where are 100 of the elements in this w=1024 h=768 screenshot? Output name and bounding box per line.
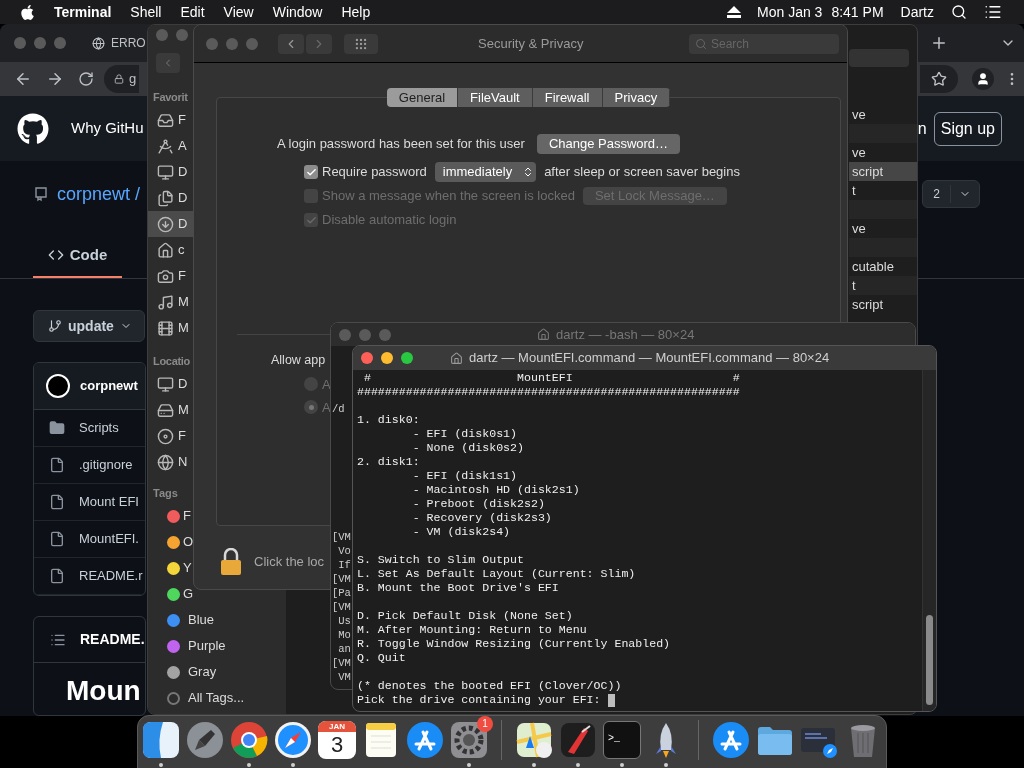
terminal-line: D. Pick Default Disk (None Set): [357, 609, 573, 623]
terminal-line: - VM (disk2s4): [411, 525, 511, 539]
file-row[interactable]: t: [849, 276, 917, 295]
terminal-line: 1. disk0:: [357, 413, 420, 427]
radio-label: A: [322, 398, 331, 417]
checkbox-label[interactable]: Require password: [322, 162, 427, 182]
tag-label[interactable]: Blue: [188, 610, 215, 630]
menu-item[interactable]: Terminal: [54, 1, 112, 23]
terminal-line: an: [337, 642, 351, 656]
menu-time: 8:41 PM: [831, 2, 884, 22]
sidebar-item[interactable]: A: [148, 133, 193, 159]
calendar-icon[interactable]: JAN 3: [318, 721, 356, 759]
menu-item[interactable]: Shell: [130, 1, 162, 23]
nav-link[interactable]: n: [917, 116, 927, 141]
window-title: Security & Privacy: [478, 34, 584, 53]
terminal-line: #######################################################: [357, 385, 740, 399]
terminal-line: - Macintosh HD (disk2s1): [411, 483, 580, 497]
tag-label[interactable]: Purple: [188, 636, 226, 656]
terminal-line: If: [337, 558, 351, 572]
address-bar[interactable]: g: [104, 65, 139, 94]
file-name[interactable]: .gitignore: [79, 455, 133, 475]
terminal-line: # MountEFI #: [362, 371, 740, 385]
sidebar-item[interactable]: F: [148, 423, 193, 449]
tag-label[interactable]: All Tags...: [188, 688, 245, 708]
tag-label[interactable]: Gray: [188, 662, 217, 682]
prompt-text: >_: [608, 733, 620, 744]
repo-owner-link[interactable]: corpnewt /: [57, 180, 141, 208]
terminal-line: [VM: [332, 530, 351, 544]
terminal-line: Q. Quit: [357, 651, 406, 665]
terminal-line: VM: [337, 670, 351, 684]
file-name[interactable]: README.r: [79, 566, 143, 586]
menu-user[interactable]: Dartz: [900, 1, 934, 23]
menu-item[interactable]: Edit: [180, 1, 205, 23]
tab[interactable]: FileVault: [458, 88, 533, 107]
sidebar-item[interactable]: F: [148, 107, 193, 133]
terminal-line: [VM: [332, 656, 351, 670]
tab[interactable]: Privacy: [602, 88, 671, 107]
terminal-line: Pick the drive containing your EFI:: [357, 693, 601, 707]
calendar-month: JAN: [318, 721, 356, 732]
sidebar-item[interactable]: D: [148, 371, 193, 397]
sidebar-item[interactable]: M: [148, 315, 193, 341]
readme-heading: Moun: [66, 675, 142, 707]
branch-button[interactable]: update: [33, 310, 145, 342]
sidebar-item[interactable]: M: [148, 289, 193, 315]
repo-tab[interactable]: Code: [33, 234, 122, 278]
terminal-line: [VM: [332, 600, 351, 614]
tab[interactable]: General: [386, 88, 459, 107]
terminal-line: - EFI (disk0s1): [411, 427, 518, 441]
checkbox-label: Disable automatic login: [322, 211, 457, 230]
terminal-line: B. Mount the Boot Drive's EFI: [357, 581, 559, 595]
terminal-line: Mo: [337, 628, 351, 642]
sign-up-button[interactable]: Sign up: [933, 111, 1002, 146]
tag-label[interactable]: O: [183, 532, 194, 552]
file-name[interactable]: Mount EFI: [79, 492, 139, 512]
sidebar-item[interactable]: N: [148, 449, 193, 475]
radio-label: A: [322, 375, 331, 394]
menu-item[interactable]: Help: [341, 1, 371, 23]
readme-title: README.: [80, 630, 145, 649]
terminal-line: [Pa: [332, 586, 351, 600]
menu-item[interactable]: View: [223, 1, 254, 23]
checkbox-suffix: after sleep or screen saver begins: [544, 163, 740, 182]
file-row[interactable]: script: [849, 162, 917, 181]
sidebar-item[interactable]: D: [148, 159, 193, 185]
terminal-line: - Preboot (disk2s2): [411, 497, 545, 511]
window-title: dartz — -bash — 80×24: [556, 325, 695, 344]
window-title: dartz — MountEFI.command — MountEFI.command — 80×24: [469, 349, 830, 368]
password-status: A login password has been set for this user: [277, 135, 525, 154]
delay-select[interactable]: immediately: [434, 162, 537, 182]
tag-label[interactable]: Y: [183, 558, 192, 578]
sidebar-item[interactable]: M: [148, 397, 193, 423]
change-password-button[interactable]: Change Password…: [536, 134, 681, 154]
tag-label[interactable]: G: [183, 584, 194, 604]
lock-hint: Click the loc: [254, 553, 325, 572]
terminal-line: [VM: [332, 572, 351, 586]
tab[interactable]: Firewall: [532, 88, 603, 107]
sidebar-item[interactable]: D: [148, 185, 193, 211]
terminal-line: Us: [337, 614, 351, 628]
terminal-line: - None (disk0s2): [411, 441, 524, 455]
terminal-line: S. Switch to Slim Output: [357, 553, 524, 567]
terminal-line: R. Toggle Window Resizing (Currently Enabled): [357, 637, 671, 651]
menu-date: Mon Jan 3: [757, 2, 823, 22]
sidebar-heading: Tags: [152, 486, 178, 501]
menu-item[interactable]: Window: [272, 1, 323, 23]
browser-tab[interactable]: ERRO: [92, 34, 146, 53]
sidebar-item[interactable]: F: [148, 263, 193, 289]
terminal-line: - EFI (disk1s1): [411, 469, 518, 483]
file-name[interactable]: MountEFI.: [79, 529, 139, 549]
file-name[interactable]: Scripts: [79, 418, 119, 438]
allow-apps-label: Allow app: [271, 352, 326, 369]
checkbox-label: Show a message when the screen is locked: [322, 187, 575, 206]
calendar-day: 3: [330, 732, 344, 758]
star-count-button[interactable]: 2: [922, 180, 980, 208]
sidebar-item[interactable]: D: [148, 211, 193, 237]
sidebar-item[interactable]: c: [148, 237, 193, 263]
nav-link[interactable]: Why GitHu: [71, 117, 144, 140]
terminal-icon[interactable]: >_: [603, 721, 641, 759]
terminal-line: M. After Mounting: Return to Menu: [357, 623, 587, 637]
terminal-line: (* denotes the booted EFI (Clover/OC)): [357, 679, 622, 693]
tag-label[interactable]: F: [183, 506, 191, 526]
terminal-line: 2. disk1:: [357, 455, 420, 469]
